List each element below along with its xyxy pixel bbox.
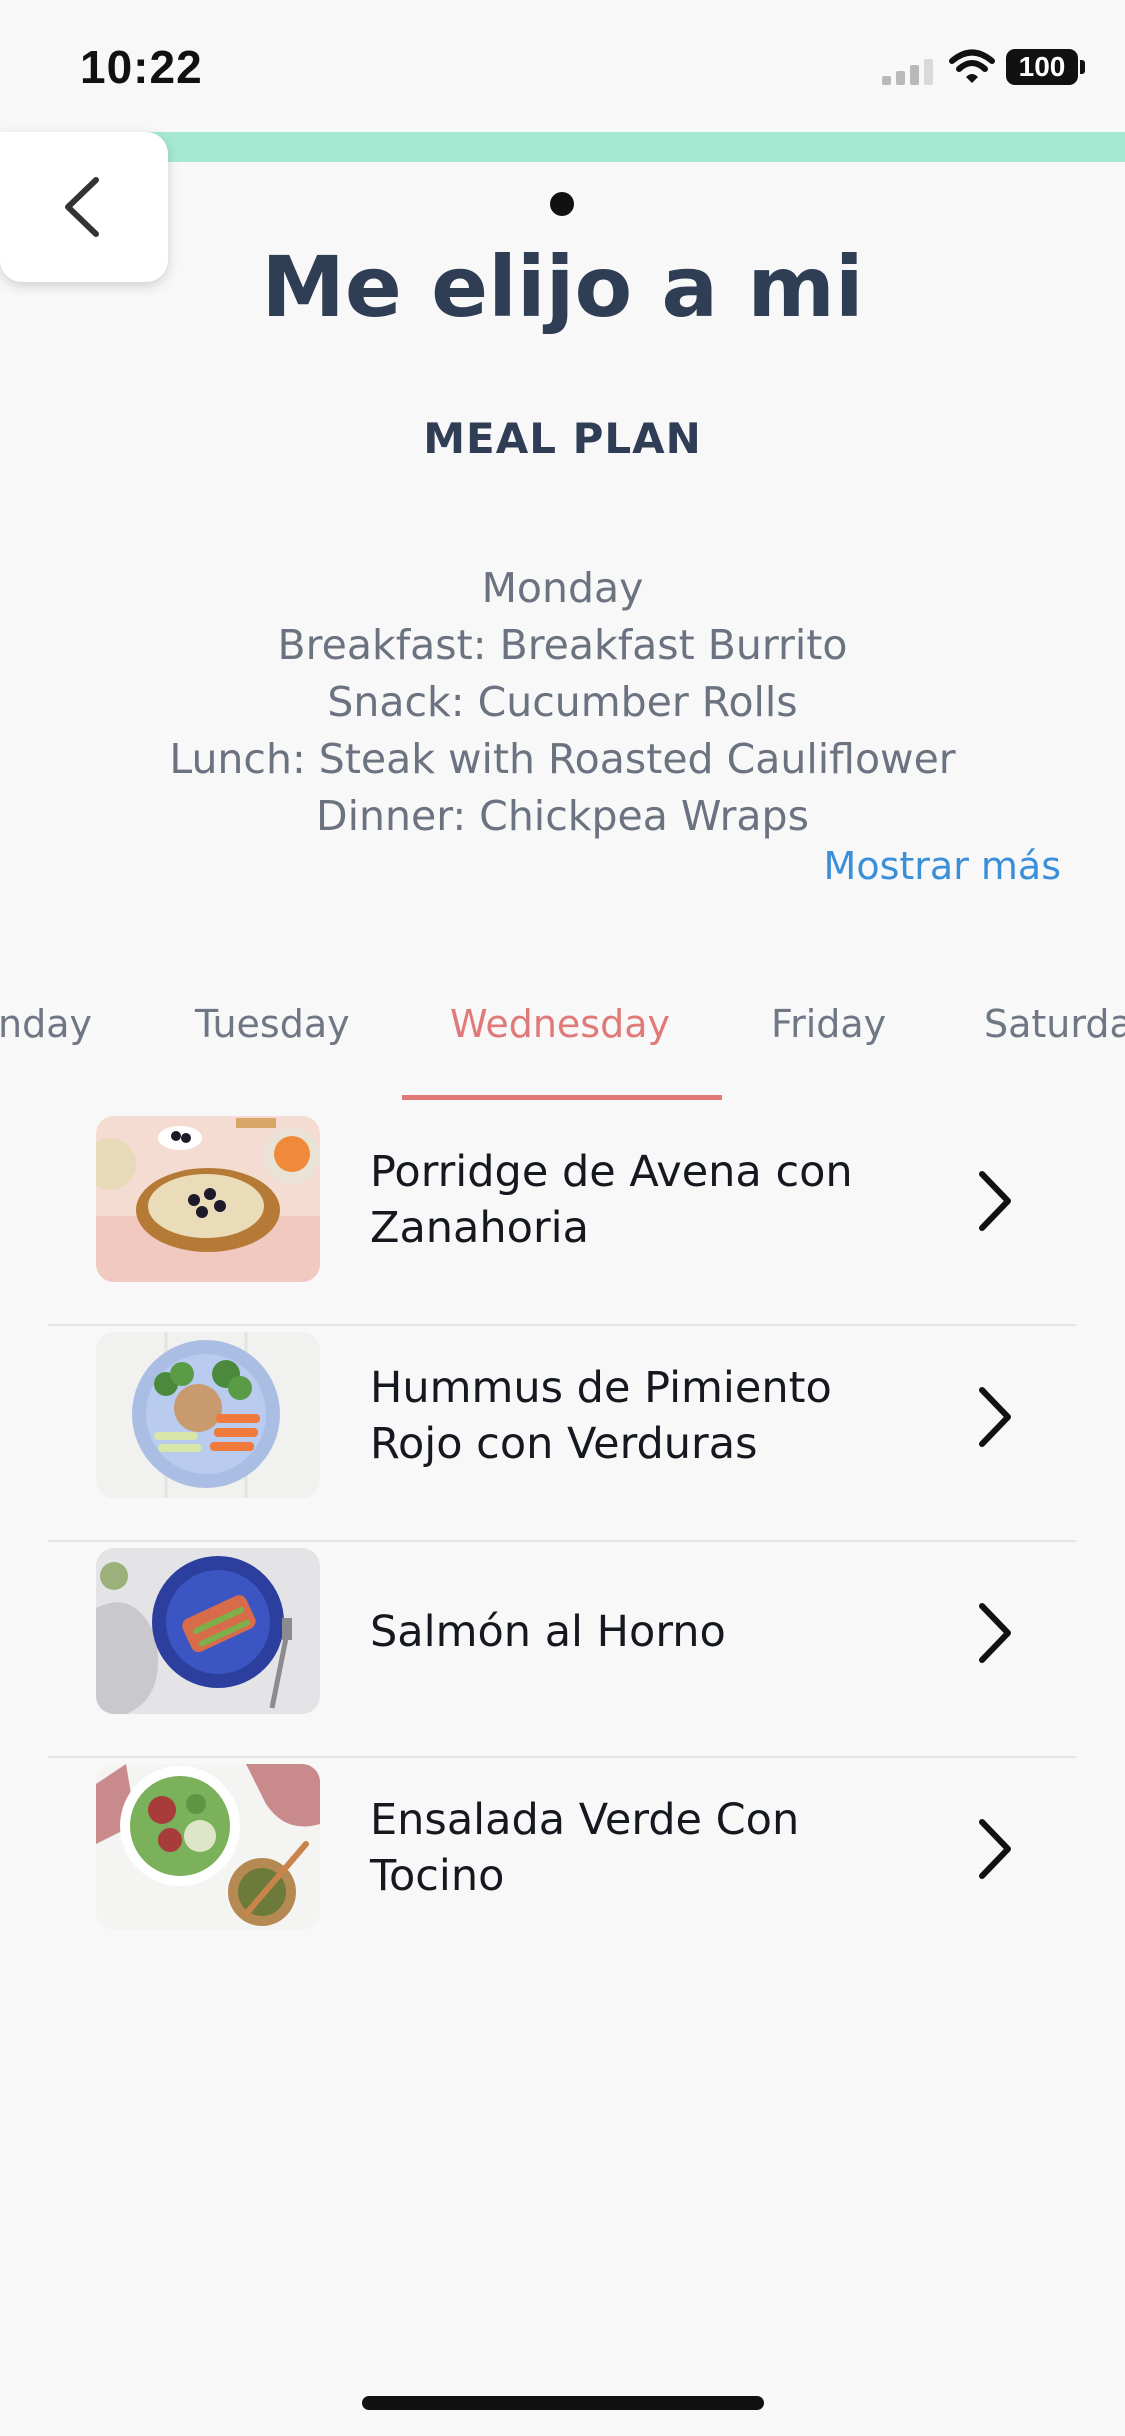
active-tab-indicator (402, 1095, 722, 1100)
meal-image (96, 1764, 320, 1930)
meal-image (96, 1548, 320, 1714)
chevron-right-icon (979, 1387, 1011, 1447)
meal-image (96, 1116, 320, 1282)
page-indicator-dot (550, 192, 574, 216)
plan-snack: Snack: Cucumber Rolls (327, 678, 798, 726)
chevron-right-icon (979, 1171, 1011, 1231)
battery-icon: 100 (1006, 49, 1078, 85)
plan-dinner: Dinner: Chickpea Wraps (316, 792, 809, 840)
show-more-link[interactable]: Mostrar más (824, 844, 1061, 888)
chevron-left-icon (65, 177, 99, 237)
wifi-icon (949, 49, 995, 83)
meal-row[interactable]: Hummus de Pimiento Rojo con Verduras (48, 1326, 1076, 1542)
meal-name: Hummus de Pimiento Rojo con Verduras (370, 1363, 832, 1469)
meal-name: Salmón al Horno (370, 1607, 726, 1657)
signal-icon (882, 59, 933, 85)
plan-day: Monday (481, 564, 644, 612)
day-tabs: nday Tuesday Wednesday Friday Saturda (0, 980, 1125, 1100)
plan-breakfast: Breakfast: Breakfast Burrito (277, 621, 848, 669)
page-title: Me elijo a mi (261, 238, 864, 336)
section-label: MEAL PLAN (423, 414, 702, 463)
chevron-right-icon (979, 1819, 1011, 1879)
battery-level: 100 (1018, 51, 1066, 82)
tab-wednesday[interactable]: Wednesday (450, 1002, 670, 1046)
status-bar: 10:22 100 (0, 0, 1125, 132)
meal-row[interactable]: Porridge de Avena con Zanahoria (48, 1110, 1076, 1326)
tab-saturday[interactable]: Saturda (984, 1002, 1125, 1046)
accent-strip (0, 132, 1125, 162)
chevron-right-icon (979, 1603, 1011, 1663)
plan-lunch: Lunch: Steak with Roasted Cauliflower (169, 735, 956, 783)
battery-tip (1080, 60, 1085, 74)
meal-row[interactable]: Salmón al Horno (48, 1542, 1076, 1758)
meal-row[interactable]: Ensalada Verde Con Tocino (48, 1758, 1076, 1974)
tab-monday[interactable]: nday (0, 1002, 92, 1046)
meal-name: Ensalada Verde Con Tocino (370, 1795, 800, 1901)
meal-name: Porridge de Avena con Zanahoria (370, 1147, 853, 1253)
tab-friday[interactable]: Friday (771, 1002, 886, 1046)
status-time: 10:22 (80, 41, 203, 93)
home-indicator (362, 2396, 764, 2410)
plan-summary: Monday Breakfast: Breakfast Burrito Snac… (0, 560, 1125, 845)
meal-image (96, 1332, 320, 1498)
tab-tuesday[interactable]: Tuesday (195, 1002, 350, 1046)
